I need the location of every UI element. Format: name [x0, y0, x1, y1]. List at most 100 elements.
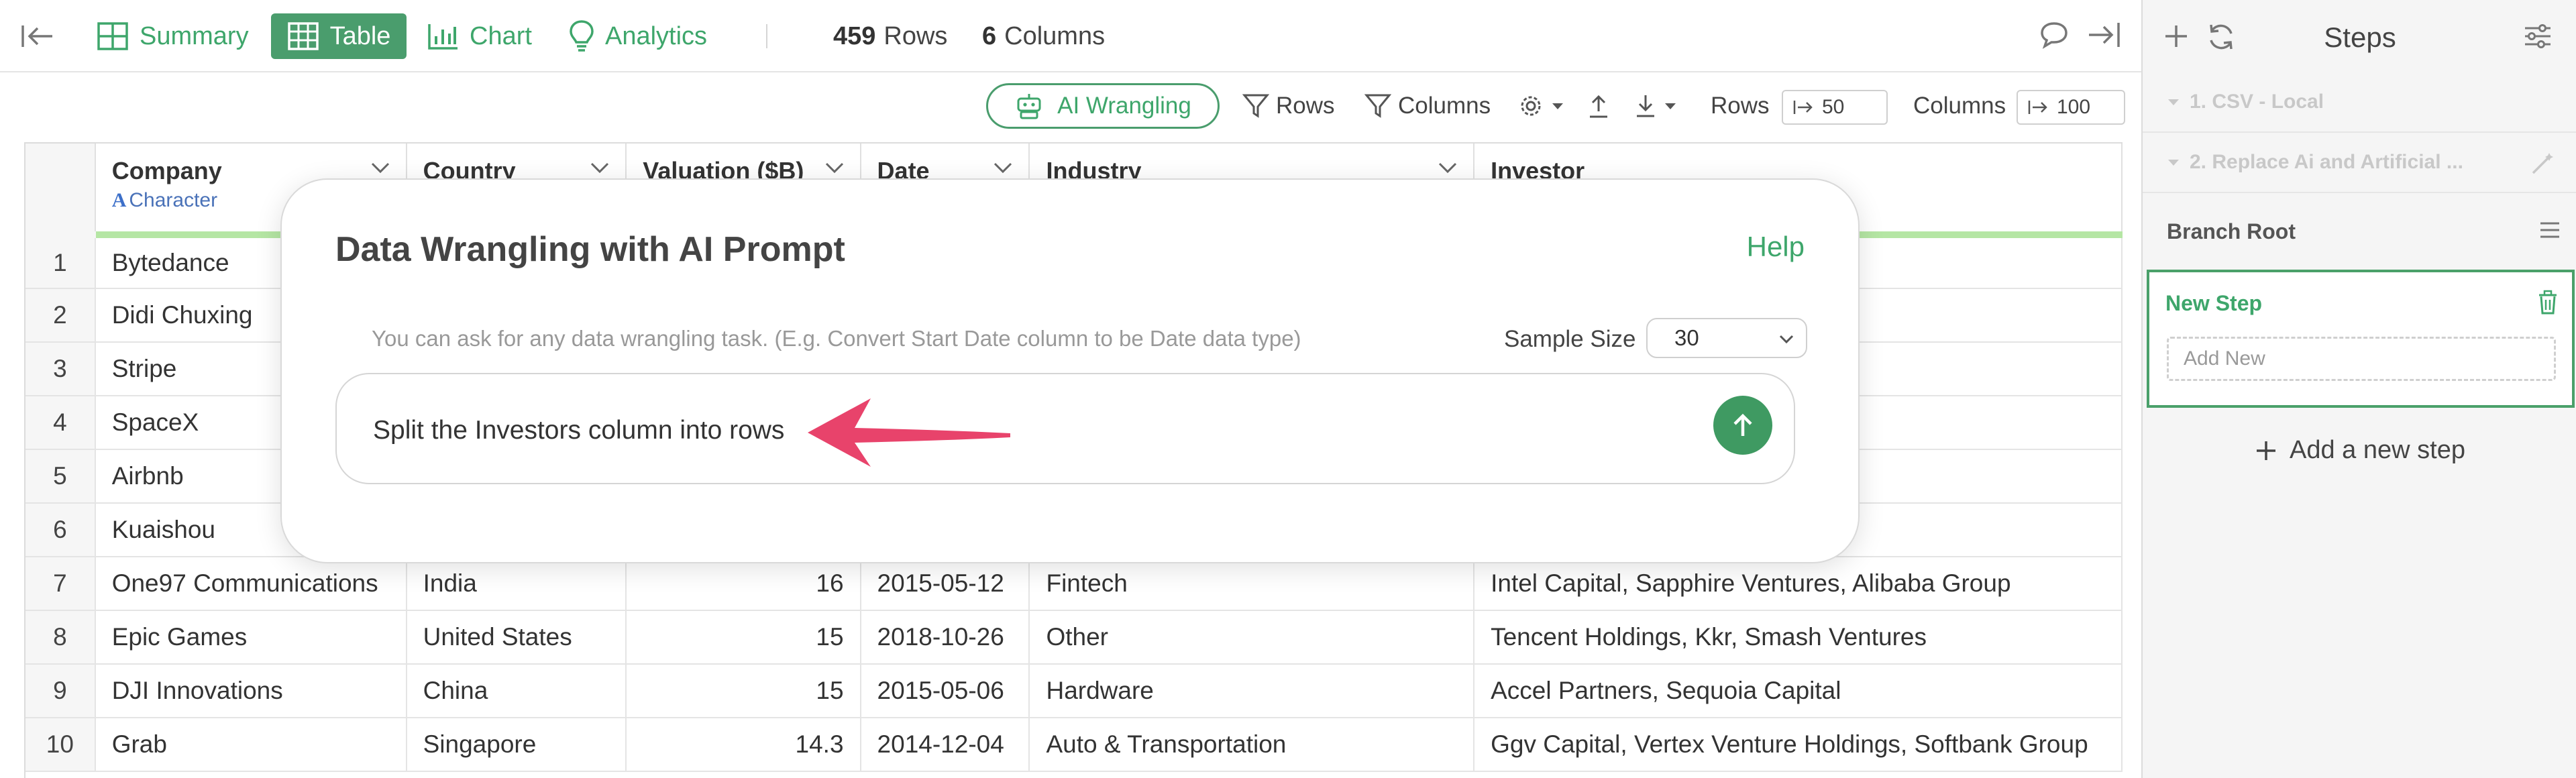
chevron-down-icon[interactable]: [824, 161, 845, 174]
columns-count-value: 6: [982, 21, 997, 50]
tab-table-label: Table: [329, 21, 391, 50]
table-cell[interactable]: One97 Communications: [95, 557, 407, 611]
new-step-title: New Step: [2165, 291, 2263, 315]
row-index: 3: [25, 342, 96, 396]
table-row: 9 DJI Innovations China 15 2015-05-06 Hardwar…: [25, 664, 2123, 718]
table-cell[interactable]: DJI Innovations: [95, 664, 407, 718]
columns-limit-label: Columns: [1913, 93, 2006, 119]
columns-filter-button[interactable]: Columns: [1364, 83, 1491, 129]
prompt-input[interactable]: Split the Investors column into rows: [335, 373, 1795, 484]
rows-limit-value: 50: [1822, 96, 1845, 118]
table-cell[interactable]: Ggv Capital, Vertex Venture Holdings, So…: [1474, 718, 2123, 772]
branch-root-label: Branch Root: [2167, 219, 2296, 243]
table-cell[interactable]: Tencent Holdings, Kkr, Smash Ventures: [1474, 610, 2123, 665]
tab-chart-label: Chart: [470, 21, 532, 50]
columns-count-label: Columns: [1004, 21, 1106, 50]
table-cell[interactable]: 15: [626, 664, 861, 718]
gear-icon: [1521, 96, 1541, 116]
caret-down-icon: [2168, 99, 2179, 105]
row-index: 10: [25, 718, 96, 772]
row-index-header: [25, 144, 96, 238]
chevron-down-icon[interactable]: [992, 161, 1014, 174]
character-type-icon: A: [111, 189, 127, 211]
new-step-card: New Step Add New: [2147, 270, 2575, 408]
table-cell[interactable]: Fintech: [1029, 557, 1475, 611]
tab-summary-label: Summary: [140, 21, 249, 50]
steps-title: Steps: [2324, 21, 2396, 53]
collapse-right-icon[interactable]: [2086, 20, 2121, 53]
chevron-down-icon[interactable]: [1437, 161, 1458, 174]
table-cell[interactable]: Other: [1029, 610, 1475, 665]
sample-size-select[interactable]: 30: [1646, 318, 1807, 358]
divider: [766, 24, 767, 48]
table-cell[interactable]: Grab: [95, 718, 407, 772]
steps-panel: Steps 1. CSV - Local 2. Replace Ai and A…: [2141, 0, 2576, 778]
table-row: 7 One97 Communications India 16 2015-05-12 Fi…: [25, 557, 2123, 611]
table-cell[interactable]: China: [406, 664, 627, 718]
filter-icon: [1242, 94, 1269, 118]
step-item[interactable]: 1. CSV - Local: [2143, 72, 2576, 133]
table-cell[interactable]: 14.3: [626, 718, 861, 772]
rows-filter-button[interactable]: Rows: [1242, 83, 1335, 129]
rows-filter-label: Rows: [1276, 93, 1335, 119]
rows-count: 459 Rows: [833, 0, 947, 72]
table-cell[interactable]: 2014-12-04: [860, 718, 1030, 772]
table-cell[interactable]: Epic Games: [95, 610, 407, 665]
upload-icon[interactable]: [1587, 83, 1617, 129]
table-cell[interactable]: India: [406, 557, 627, 611]
chevron-down-icon[interactable]: [589, 161, 610, 174]
step-label: 2. Replace Ai and Artificial ...: [2190, 151, 2463, 173]
table-cell[interactable]: United States: [406, 610, 627, 665]
ai-wrangling-button[interactable]: AI Wrangling: [986, 83, 1220, 129]
arrow-right-bar-icon: [1793, 101, 1813, 114]
dialog-title: Data Wrangling with AI Prompt: [335, 230, 845, 269]
chevron-down-icon[interactable]: [370, 161, 391, 174]
sample-size-label: Sample Size: [1504, 326, 1636, 352]
sliders-icon[interactable]: [2522, 21, 2553, 54]
branch-root[interactable]: Branch Root: [2143, 201, 2576, 262]
collapse-left-icon[interactable]: [20, 0, 66, 72]
table-cell[interactable]: Hardware: [1029, 664, 1475, 718]
tab-table[interactable]: Table: [271, 13, 407, 59]
columns-count: 6 Columns: [982, 0, 1105, 72]
table-cell[interactable]: 15: [626, 610, 861, 665]
columns-limit-input[interactable]: 100: [2017, 90, 2125, 125]
table-cell[interactable]: Auto & Transportation: [1029, 718, 1475, 772]
table-cell[interactable]: 2018-10-26: [860, 610, 1030, 665]
step-item[interactable]: 2. Replace Ai and Artificial ...: [2143, 133, 2576, 193]
table-toolbar: AI Wrangling Rows Columns Rows 50 Column…: [0, 72, 2141, 142]
table-cell[interactable]: Singapore: [406, 718, 627, 772]
ai-wrangling-label: AI Wrangling: [1057, 93, 1191, 119]
trash-icon[interactable]: [2537, 290, 2559, 315]
filter-icon: [1364, 94, 1391, 118]
magic-wand-icon: [2532, 153, 2553, 174]
row-index: 9: [25, 664, 96, 718]
tab-analytics[interactable]: Analytics: [569, 0, 707, 72]
menu-icon[interactable]: [2538, 220, 2561, 240]
analytics-icon: [570, 20, 594, 52]
table-cell[interactable]: 2015-05-12: [860, 557, 1030, 611]
add-step-button[interactable]: Add a new step: [2143, 436, 2576, 465]
table-cell[interactable]: 16: [626, 557, 861, 611]
column-name: Company: [111, 157, 222, 184]
rows-limit-input[interactable]: 50: [1782, 90, 1888, 125]
table-cell[interactable]: Intel Capital, Sapphire Ventures, Alibab…: [1474, 557, 2123, 611]
settings-dropdown[interactable]: [1517, 83, 1571, 129]
arrow-right-bar-icon: [2028, 101, 2047, 114]
row-index: 5: [25, 449, 96, 504]
row-index: 6: [25, 503, 96, 557]
download-dropdown[interactable]: [1634, 83, 1684, 129]
rows-limit-label: Rows: [1711, 93, 1770, 119]
table-cell[interactable]: 2015-05-06: [860, 664, 1030, 718]
send-button[interactable]: [1713, 396, 1772, 455]
download-icon: [1637, 95, 1654, 117]
rows-count-value: 459: [833, 21, 876, 50]
sample-size-value: 30: [1674, 325, 1699, 350]
help-link[interactable]: Help: [1747, 231, 1805, 263]
table-cell[interactable]: Accel Partners, Sequoia Capital: [1474, 664, 2123, 718]
comment-icon[interactable]: [2039, 20, 2069, 53]
arrow-up-icon: [1733, 413, 1752, 436]
tab-chart[interactable]: Chart: [427, 0, 532, 72]
add-new-input[interactable]: Add New: [2167, 337, 2556, 381]
tab-summary[interactable]: Summary: [97, 0, 249, 72]
